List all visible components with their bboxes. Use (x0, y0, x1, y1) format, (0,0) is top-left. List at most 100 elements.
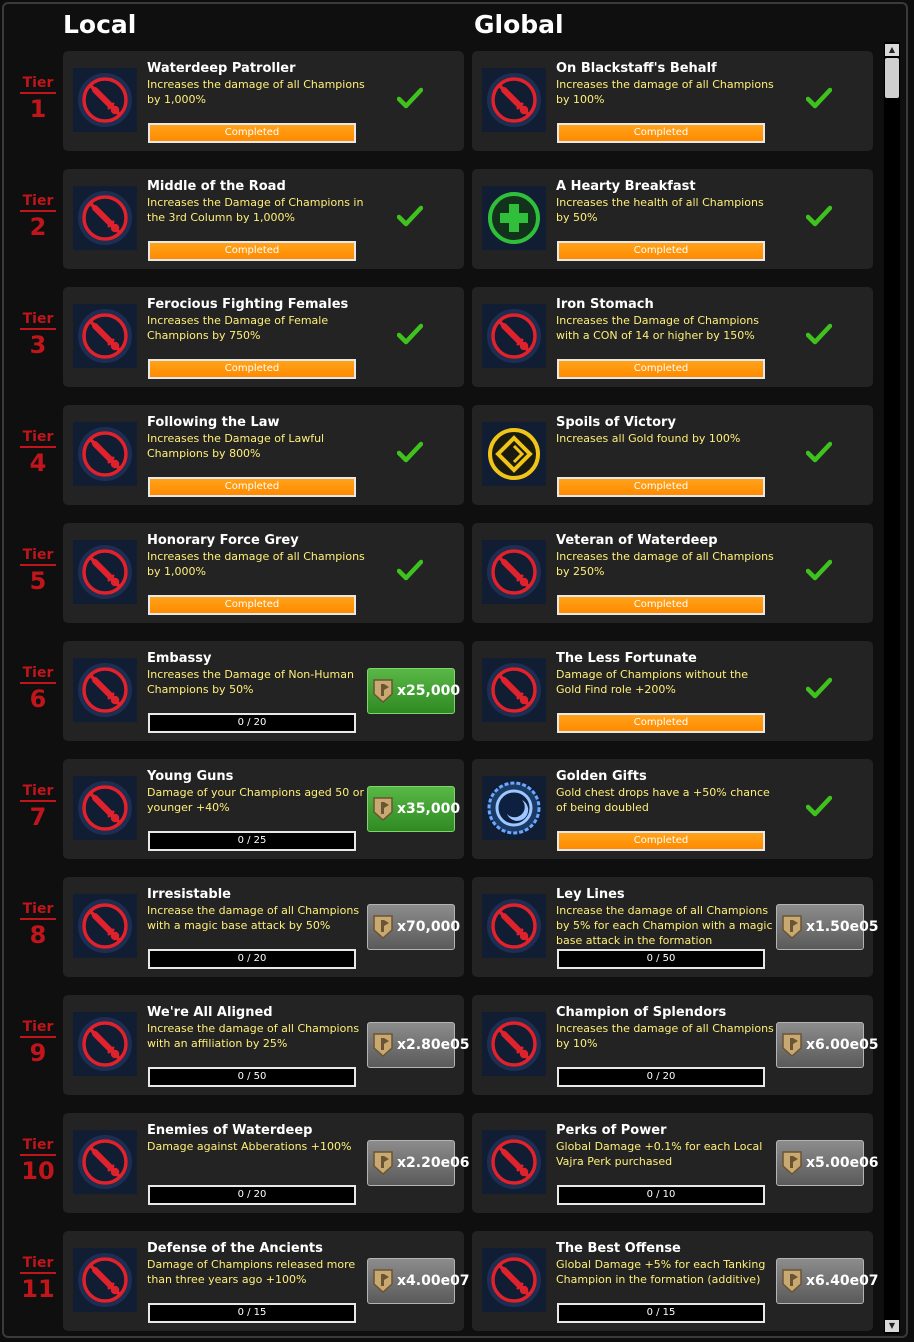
buy-perk-button[interactable]: x5.00e06 (776, 1140, 879, 1186)
global-perk-card[interactable]: A Hearty Breakfast Increases the health o… (472, 169, 873, 269)
buy-perk-button[interactable]: x1.50e05 (776, 904, 879, 950)
perk-title: Middle of the Road (147, 179, 286, 194)
perk-title: On Blackstaff's Behalf (556, 61, 717, 76)
tier-word: Tier (22, 75, 54, 91)
tier-label: Tier 5 (20, 548, 56, 593)
local-perk-card[interactable]: We're All Aligned Increase the damage of … (63, 995, 470, 1095)
sword-icon (73, 894, 137, 958)
completed-bar: Completed (148, 359, 356, 379)
perk-cost: x35,000 (397, 801, 461, 817)
sword-icon (482, 540, 546, 604)
local-perk-card[interactable]: Ferocious Fighting Females Increases the … (63, 287, 464, 387)
scrollbar[interactable]: ▲ ▼ (884, 42, 900, 1334)
checkmark-icon (805, 677, 833, 699)
buy-perk-button[interactable]: x2.20e06 (367, 1140, 470, 1186)
global-perk-card[interactable]: Perks of Power Global Damage +0.1% for ea… (472, 1113, 879, 1213)
blacksmith-coin-icon (372, 1268, 394, 1294)
tier-divider (20, 92, 56, 94)
perk-title: Enemies of Waterdeep (147, 1123, 313, 1138)
sword-icon (73, 1012, 137, 1076)
tier-label: Tier 10 (20, 1137, 56, 1183)
tier-number: 1 (29, 95, 47, 123)
perk-description: Damage of Champions released more than t… (147, 1258, 356, 1286)
tier-word: Tier (22, 1137, 54, 1153)
sword-icon (73, 186, 137, 250)
perk-cost: x6.00e05 (806, 1037, 879, 1053)
sword-icon (482, 894, 546, 958)
sword-icon (482, 1248, 546, 1312)
scrollbar-thumb[interactable] (885, 58, 899, 98)
local-perk-card[interactable]: Following the Law Increases the Damage of… (63, 405, 464, 505)
buy-perk-button[interactable]: x70,000 (367, 904, 460, 950)
buy-perk-button[interactable]: x4.00e07 (367, 1258, 470, 1304)
global-perk-card[interactable]: Veteran of Waterdeep Increases the damage… (472, 523, 873, 623)
global-perk-card[interactable]: Golden Gifts Gold chest drops have a +50%… (472, 759, 873, 859)
perk-title: Embassy (147, 651, 212, 666)
tier-number: 4 (29, 449, 47, 477)
progress-bar: 0 / 15 (148, 1303, 356, 1323)
buy-perk-button[interactable]: x25,000 (367, 668, 460, 714)
scroll-up-arrow-icon[interactable]: ▲ (885, 44, 899, 56)
checkmark-icon (396, 441, 424, 463)
checkmark-icon (396, 559, 424, 581)
local-perk-card[interactable]: Young Guns Damage of your Champions aged … (63, 759, 464, 859)
scroll-down-arrow-icon[interactable]: ▼ (885, 1320, 899, 1332)
tier-word: Tier (22, 429, 54, 445)
blacksmith-coin-icon (372, 1032, 394, 1058)
completed-bar: Completed (148, 241, 356, 261)
completed-bar: Completed (557, 595, 765, 615)
global-perk-card[interactable]: The Best Offense Global Damage +5% for ea… (472, 1231, 879, 1331)
global-perk-card[interactable]: Iron Stomach Increases the Damage of Cham… (472, 287, 873, 387)
local-perk-card[interactable]: Waterdeep Patroller Increases the damage … (63, 51, 464, 151)
blacksmith-coin-icon (781, 1268, 803, 1294)
tier-number: 2 (29, 213, 47, 241)
local-perk-card[interactable]: Defense of the Ancients Damage of Champio… (63, 1231, 470, 1331)
sword-icon (73, 658, 137, 722)
perk-cost: x25,000 (397, 683, 461, 699)
buy-perk-button[interactable]: x6.00e05 (776, 1022, 879, 1068)
perk-cost: x4.00e07 (397, 1273, 470, 1289)
perk-description: Increases the Damage of Champions in the… (147, 196, 364, 224)
perk-title: Veteran of Waterdeep (556, 533, 718, 548)
checkmark-icon (396, 205, 424, 227)
local-perk-card[interactable]: Middle of the Road Increases the Damage o… (63, 169, 464, 269)
buy-perk-button[interactable]: x35,000 (367, 786, 460, 832)
perk-title: Golden Gifts (556, 769, 647, 784)
checkmark-icon (805, 795, 833, 817)
perk-description: Global Damage +5% for each Tanking Champ… (556, 1258, 766, 1286)
global-perk-card[interactable]: The Less Fortunate Damage of Champions wi… (472, 641, 873, 741)
progress-bar: 0 / 10 (557, 1185, 765, 1205)
checkmark-icon (805, 559, 833, 581)
tier-word: Tier (22, 1019, 54, 1035)
global-perk-card[interactable]: Spoils of Victory Increases all Gold foun… (472, 405, 873, 505)
perk-description: Increases the damage of all Champions by… (556, 550, 774, 578)
global-perk-card[interactable]: Ley Lines Increase the damage of all Cham… (472, 877, 879, 977)
perk-title: We're All Aligned (147, 1005, 273, 1020)
perk-title: Honorary Force Grey (147, 533, 299, 548)
blacksmith-coin-icon (781, 1032, 803, 1058)
progress-bar: 0 / 20 (148, 713, 356, 733)
perk-description: Increases the health of all Champions by… (556, 196, 764, 224)
health-plus-icon (482, 186, 546, 250)
perk-title: Following the Law (147, 415, 280, 430)
local-perk-card[interactable]: Embassy Increases the Damage of Non-Human… (63, 641, 464, 741)
local-perk-card[interactable]: Irresistable Increase the damage of all C… (63, 877, 464, 977)
sword-icon (482, 658, 546, 722)
perk-title: Spoils of Victory (556, 415, 676, 430)
progress-bar: 0 / 20 (148, 949, 356, 969)
progress-bar: 0 / 15 (557, 1303, 765, 1323)
perk-description: Increase the damage of all Champions wit… (147, 904, 360, 932)
perk-cost: x70,000 (397, 919, 461, 935)
perk-title: Ferocious Fighting Females (147, 297, 349, 312)
buy-perk-button[interactable]: x6.40e07 (776, 1258, 879, 1304)
global-perk-card[interactable]: On Blackstaff's Behalf Increases the dama… (472, 51, 873, 151)
local-perk-card[interactable]: Honorary Force Grey Increases the damage … (63, 523, 464, 623)
perk-description: Damage of your Champions aged 50 or youn… (147, 786, 365, 814)
blacksmith-coin-icon (781, 1150, 803, 1176)
buy-perk-button[interactable]: x2.80e05 (367, 1022, 470, 1068)
local-perk-card[interactable]: Enemies of Waterdeep Damage against Abber… (63, 1113, 470, 1213)
perk-title: Champion of Splendors (556, 1005, 727, 1020)
global-perk-card[interactable]: Champion of Splendors Increases the damag… (472, 995, 879, 1095)
perk-description: Increases all Gold found by 100% (556, 432, 741, 445)
perk-description: Global Damage +0.1% for each Local Vajra… (556, 1140, 763, 1168)
